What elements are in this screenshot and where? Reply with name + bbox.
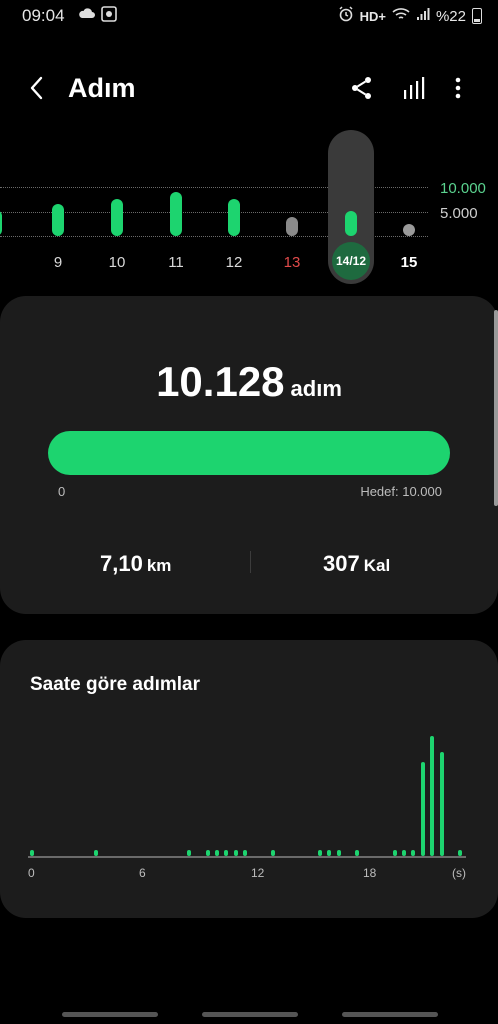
stats-icon xyxy=(404,77,425,99)
day-bar-10[interactable] xyxy=(111,198,123,236)
hour-bar xyxy=(93,850,98,856)
steps-unit: adım xyxy=(290,376,342,401)
nav-home[interactable] xyxy=(202,1012,298,1017)
steps-total: 10.128 adım xyxy=(0,358,498,406)
selected-day-label[interactable]: 14/12 xyxy=(332,242,370,280)
signal-icon xyxy=(416,7,430,25)
hour-bar xyxy=(205,850,210,856)
scrollbar[interactable] xyxy=(494,310,498,506)
distance-value: 7,10 xyxy=(100,551,143,576)
stat-divider xyxy=(250,551,251,573)
day-bar-8[interactable] xyxy=(0,209,2,236)
day-label-8[interactable]: 8 xyxy=(0,254,11,271)
progress-min-label: 0 xyxy=(58,484,66,499)
day-bar-12[interactable] xyxy=(228,198,240,236)
hour-bar xyxy=(392,850,397,856)
hourly-steps-chart: 0 6 12 18 (s) xyxy=(0,640,498,918)
status-time: 09:04 xyxy=(22,6,65,25)
hour-bar xyxy=(30,850,34,856)
hour-tick-label: (s) xyxy=(452,866,466,880)
calories-unit: Kal xyxy=(363,556,391,575)
goal-label: 10.000 xyxy=(440,180,486,197)
screenshot-icon xyxy=(101,6,117,25)
hour-tick-label: 0 xyxy=(28,866,35,880)
hour-bar xyxy=(430,736,435,856)
back-button[interactable] xyxy=(26,74,50,102)
calories-value: 307 xyxy=(323,551,360,576)
day-bar-11[interactable] xyxy=(170,191,182,236)
day-bar-13[interactable] xyxy=(286,217,298,236)
day-label-11[interactable]: 11 xyxy=(161,254,191,271)
more-options-button[interactable] xyxy=(446,74,474,102)
day-label-15[interactable]: 15 xyxy=(394,254,424,271)
hour-bar xyxy=(439,752,444,856)
hour-bar xyxy=(215,850,220,856)
hourly-axis xyxy=(28,856,466,858)
hour-bar xyxy=(336,850,341,856)
calories-stat: 307 Kal xyxy=(323,551,390,577)
hour-bar xyxy=(420,762,425,856)
share-icon xyxy=(352,77,371,99)
hour-tick-label: 6 xyxy=(139,866,146,880)
hour-bar xyxy=(458,850,463,856)
half-label: 5.000 xyxy=(440,205,478,222)
more-icon xyxy=(455,77,461,99)
cloud-icon xyxy=(78,6,96,23)
battery-icon xyxy=(472,8,482,24)
alarm-icon xyxy=(338,6,354,26)
status-bar: 09:04 HD+ %22 xyxy=(0,0,498,32)
nav-back[interactable] xyxy=(342,1012,438,1017)
wifi-icon xyxy=(392,7,410,25)
hour-bar xyxy=(402,850,407,856)
day-bar-9[interactable] xyxy=(52,204,64,236)
page-title: Adım xyxy=(68,73,136,103)
hour-tick-label: 12 xyxy=(251,866,265,880)
chevron-left-icon xyxy=(30,76,43,100)
battery-text: %22 xyxy=(435,7,466,25)
weekly-steps-chart[interactable]: 10.000 5.000 8 9 10 11 12 13 14/12 15 xyxy=(0,128,498,288)
nav-recents[interactable] xyxy=(62,1012,158,1017)
day-label-10[interactable]: 10 xyxy=(102,254,132,271)
day-bar-14-12[interactable] xyxy=(345,210,357,236)
app-header: Adım xyxy=(0,60,498,116)
goal-progress-bar xyxy=(48,431,450,475)
hour-bar xyxy=(271,850,276,856)
distance-unit: km xyxy=(146,556,172,575)
steps-summary-card: 10.128 adım 0 Hedef: 10.000 7,10 km 307 Kal xyxy=(0,296,498,614)
hour-bar xyxy=(317,850,322,856)
progress-goal-label: Hedef: 10.000 xyxy=(360,484,442,499)
hour-bar xyxy=(187,850,192,856)
share-button[interactable] xyxy=(348,74,376,102)
day-label-9[interactable]: 9 xyxy=(43,254,73,271)
hour-bar xyxy=(233,850,238,856)
hour-tick-label: 18 xyxy=(363,866,377,880)
distance-stat: 7,10 km xyxy=(100,551,171,577)
hour-bar xyxy=(243,850,248,856)
day-dot-15[interactable] xyxy=(403,224,415,236)
day-label-12[interactable]: 12 xyxy=(219,254,249,271)
steps-count: 10.128 xyxy=(156,358,285,405)
hd-indicator: HD+ xyxy=(359,8,386,24)
hourly-steps-card[interactable]: Saate göre adımlar 0 6 12 18 (s) xyxy=(0,640,498,918)
day-label-13[interactable]: 13 xyxy=(277,254,307,271)
status-right: HD+ %22 xyxy=(338,6,482,26)
stats-button[interactable] xyxy=(400,74,428,102)
